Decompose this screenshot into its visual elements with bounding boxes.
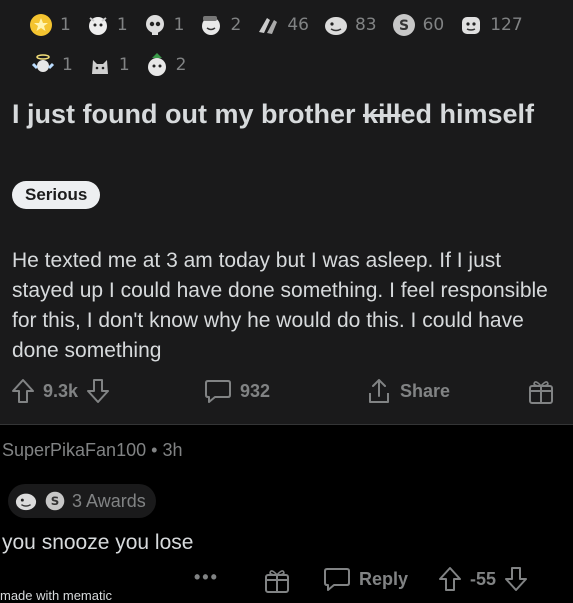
gold-award-icon	[30, 14, 52, 36]
post-awards-row-2[interactable]: 1 1 2	[30, 52, 186, 78]
downvote-icon[interactable]	[504, 566, 528, 592]
award-party: 2	[144, 52, 186, 78]
hands-award-icon	[259, 18, 278, 34]
title-struck-text: kill	[362, 99, 401, 129]
comment-awards-pill[interactable]: S 3 Awards	[8, 484, 156, 518]
comment-vote-group: -55	[438, 566, 528, 592]
post-title[interactable]: I just found out my brother killed himse…	[12, 98, 552, 131]
award-gold: 1	[28, 12, 71, 38]
comment-bubble-icon	[205, 380, 231, 403]
wholesome-award-icon	[88, 17, 107, 35]
meta-separator: •	[151, 440, 158, 460]
comment-meta: SuperPikaFan100 • 3h	[2, 440, 182, 461]
more-options-button[interactable]: •••	[194, 567, 219, 588]
angel-award-icon	[31, 54, 55, 72]
award-button[interactable]	[527, 376, 555, 406]
cat-award-icon	[91, 60, 108, 74]
award-hands: 46	[255, 12, 309, 38]
comment-author[interactable]: SuperPikaFan100	[2, 440, 146, 460]
skull-award-icon	[145, 15, 164, 35]
upvote-icon[interactable]	[11, 378, 35, 404]
comment-score: -55	[470, 568, 497, 589]
party-award-icon	[147, 53, 166, 76]
comments-button[interactable]: 932	[204, 378, 270, 404]
post-body: He texted me at 3 am today but I was asl…	[12, 249, 548, 362]
reply-button[interactable]: Reply	[323, 566, 408, 592]
award-silver-face: 83	[323, 12, 377, 38]
reply-bubble-icon	[324, 568, 350, 591]
award-cat: 1	[87, 52, 130, 78]
award-silver: S 60	[391, 12, 444, 38]
gift-icon	[529, 381, 553, 404]
comment-text: you snooze you lose	[2, 531, 194, 554]
silver-coin-icon: S	[45, 491, 65, 511]
upvote-count: 9.3k	[43, 380, 79, 401]
silver-coin-icon: S	[392, 14, 415, 36]
share-button[interactable]: Share	[366, 377, 450, 405]
watermark-text: made with mematic	[0, 588, 112, 603]
share-label: Share	[400, 380, 451, 401]
award-wholesome: 1	[85, 12, 128, 38]
award-helpful: 127	[458, 12, 523, 38]
comment-age: 3h	[162, 440, 183, 460]
gift-icon	[265, 570, 289, 593]
award-skull: 1	[142, 12, 184, 38]
silver-face-award-icon	[15, 493, 37, 511]
reply-label: Reply	[359, 568, 409, 589]
upvote-icon[interactable]	[438, 566, 462, 592]
silver-face-award-icon	[324, 17, 347, 35]
svg-text:S: S	[51, 494, 60, 508]
post-awards-row[interactable]: 1 1 1 2 46 83 S 60 127	[28, 12, 523, 38]
award-angel: 1	[30, 52, 73, 78]
svg-text:S: S	[399, 18, 409, 34]
vote-group: 9.3k	[11, 378, 110, 404]
comment-award-button[interactable]	[263, 565, 291, 595]
post-action-bar: 9.3k 932 Share	[0, 372, 573, 412]
downvote-icon[interactable]	[86, 378, 110, 404]
comment-count: 932	[240, 380, 271, 401]
share-icon	[369, 379, 389, 403]
award-facepalm: 2	[198, 12, 241, 38]
facepalm-award-icon	[202, 16, 221, 35]
post-flair[interactable]: Serious	[12, 181, 101, 209]
comment-awards-label: 3 Awards	[72, 490, 146, 511]
post-card: 1 1 1 2 46 83 S 60 127 1 1 2 I just foun…	[0, 0, 573, 425]
helpful-award-icon	[462, 17, 481, 34]
